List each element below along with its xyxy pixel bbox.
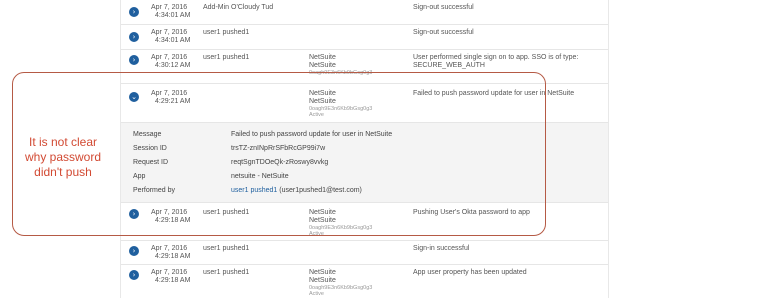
event-message: Sign-out successful	[413, 4, 474, 11]
event-message: Pushing User's Okta password to app	[413, 209, 530, 216]
time-text: 4:34:01 AM	[155, 12, 191, 19]
actor: user1 pushed1	[203, 29, 250, 36]
event-message: Sign-in successful	[413, 245, 470, 252]
event-date: Apr 7, 2016 4:34:01 AM	[151, 4, 190, 20]
date-text: Apr 7, 2016	[151, 209, 188, 216]
target-type: NetSuite	[309, 98, 336, 105]
table-row[interactable]: › Apr 7, 2016 4:34:01 AM Add-Min O'Cloudy…	[121, 0, 608, 25]
app-value: netsuite - NetSuite	[231, 173, 289, 180]
chevron-right-icon[interactable]: ›	[129, 209, 139, 219]
date-text: Apr 7, 2016	[151, 54, 188, 61]
actor: user1 pushed1	[203, 269, 250, 276]
event-message: App user property has been updated	[413, 269, 527, 276]
time-text: 4:29:21 AM	[155, 98, 191, 105]
event-date: Apr 7, 2016 4:29:18 AM	[151, 269, 190, 285]
annotation-note: It is not clear why password didn't push	[24, 135, 102, 179]
table-row[interactable]: › Apr 7, 2016 4:34:01 AM user1 pushed1 Si…	[121, 25, 608, 50]
event-message: Failed to push password update for user …	[413, 90, 575, 97]
target-type: NetSuite	[309, 217, 336, 224]
target-app: NetSuite NetSuite 0oagh9E3n6Kb9bGsg0g3 A…	[309, 90, 372, 118]
target-app: NetSuite NetSuite 0oagh9E3n6Kb9bGsg0g3	[309, 54, 372, 76]
system-log-table: › Apr 7, 2016 4:34:01 AM Add-Min O'Cloudy…	[120, 0, 609, 298]
actor: user1 pushed1	[203, 209, 250, 216]
event-message: Sign-out successful	[413, 29, 474, 36]
target-app: NetSuite NetSuite 0oagh9E3n6Kb9bGsg0g3 A…	[309, 209, 372, 237]
chevron-right-icon[interactable]: ›	[129, 246, 139, 256]
time-text: 4:29:18 AM	[155, 217, 191, 224]
chevron-right-icon[interactable]: ›	[129, 7, 139, 17]
actor: user1 pushed1	[203, 54, 250, 61]
chevron-down-icon[interactable]: ⌄	[129, 92, 139, 102]
performer-link[interactable]: user1 pushed1	[231, 187, 277, 194]
event-date: Apr 7, 2016 4:29:18 AM	[151, 209, 190, 225]
request-id-label: Request ID	[133, 159, 169, 166]
message-value: Failed to push password update for user …	[231, 131, 393, 138]
session-id-value: trsTZ-znINpRrSFbRcGP99i7w	[231, 145, 326, 152]
time-text: 4:30:12 AM	[155, 62, 191, 69]
date-text: Apr 7, 2016	[151, 269, 188, 276]
chevron-right-icon[interactable]: ›	[129, 55, 139, 65]
date-text: Apr 7, 2016	[151, 4, 188, 11]
target-status: Active	[309, 291, 324, 297]
target-status: Active	[309, 231, 324, 237]
target-name: NetSuite	[309, 90, 336, 97]
chevron-right-icon[interactable]: ›	[129, 32, 139, 42]
actor: Add-Min O'Cloudy Tud	[203, 4, 274, 11]
request-id-value: reqtSgnTDOeQk-zRoswy8vvkg	[231, 159, 329, 166]
date-text: Apr 7, 2016	[151, 90, 188, 97]
actor: user1 pushed1	[203, 245, 250, 252]
table-row[interactable]: › Apr 7, 2016 4:29:18 AM user1 pushed1 Ne…	[121, 203, 608, 241]
event-message: User performed single sign on to app. SS…	[413, 54, 579, 69]
date-text: Apr 7, 2016	[151, 29, 188, 36]
time-text: 4:34:01 AM	[155, 37, 191, 44]
performer-email: (user1pushed1@test.com)	[279, 187, 362, 194]
target-type: NetSuite	[309, 277, 336, 284]
app-label: App	[133, 173, 146, 180]
target-status: Active	[309, 112, 324, 118]
session-id-label: Session ID	[133, 145, 167, 152]
target-name: NetSuite	[309, 54, 336, 61]
table-row[interactable]: › Apr 7, 2016 4:29:18 AM user1 pushed1 Ne…	[121, 265, 608, 298]
table-row[interactable]: › Apr 7, 2016 4:30:12 AM user1 pushed1 Ne…	[121, 50, 608, 84]
time-text: 4:29:18 AM	[155, 253, 191, 260]
event-details-panel: Message Failed to push password update f…	[121, 122, 608, 203]
event-date: Apr 7, 2016 4:34:01 AM	[151, 29, 190, 45]
target-name: NetSuite	[309, 209, 336, 216]
message-label: Message	[133, 131, 162, 138]
date-text: Apr 7, 2016	[151, 245, 188, 252]
time-text: 4:29:18 AM	[155, 277, 191, 284]
target-app: NetSuite NetSuite 0oagh9E3n6Kb9bGsg0g3 A…	[309, 269, 372, 297]
event-date: Apr 7, 2016 4:30:12 AM	[151, 54, 190, 70]
table-row[interactable]: › Apr 7, 2016 4:29:18 AM user1 pushed1 Si…	[121, 241, 608, 265]
chevron-right-icon[interactable]: ›	[129, 270, 139, 280]
performed-by-value: user1 pushed1 (user1pushed1@test.com)	[231, 187, 362, 194]
event-date: Apr 7, 2016 4:29:21 AM	[151, 90, 190, 106]
target-name: NetSuite	[309, 269, 336, 276]
performed-by-label: Performed by	[133, 187, 176, 194]
event-date: Apr 7, 2016 4:29:18 AM	[151, 245, 190, 261]
table-row-expanded[interactable]: ⌄ Apr 7, 2016 4:29:21 AM NetSuite NetSuit…	[121, 84, 608, 122]
target-id: 0oagh9E3n6Kb9bGsg0g3	[309, 70, 373, 76]
target-type: NetSuite	[309, 62, 336, 69]
